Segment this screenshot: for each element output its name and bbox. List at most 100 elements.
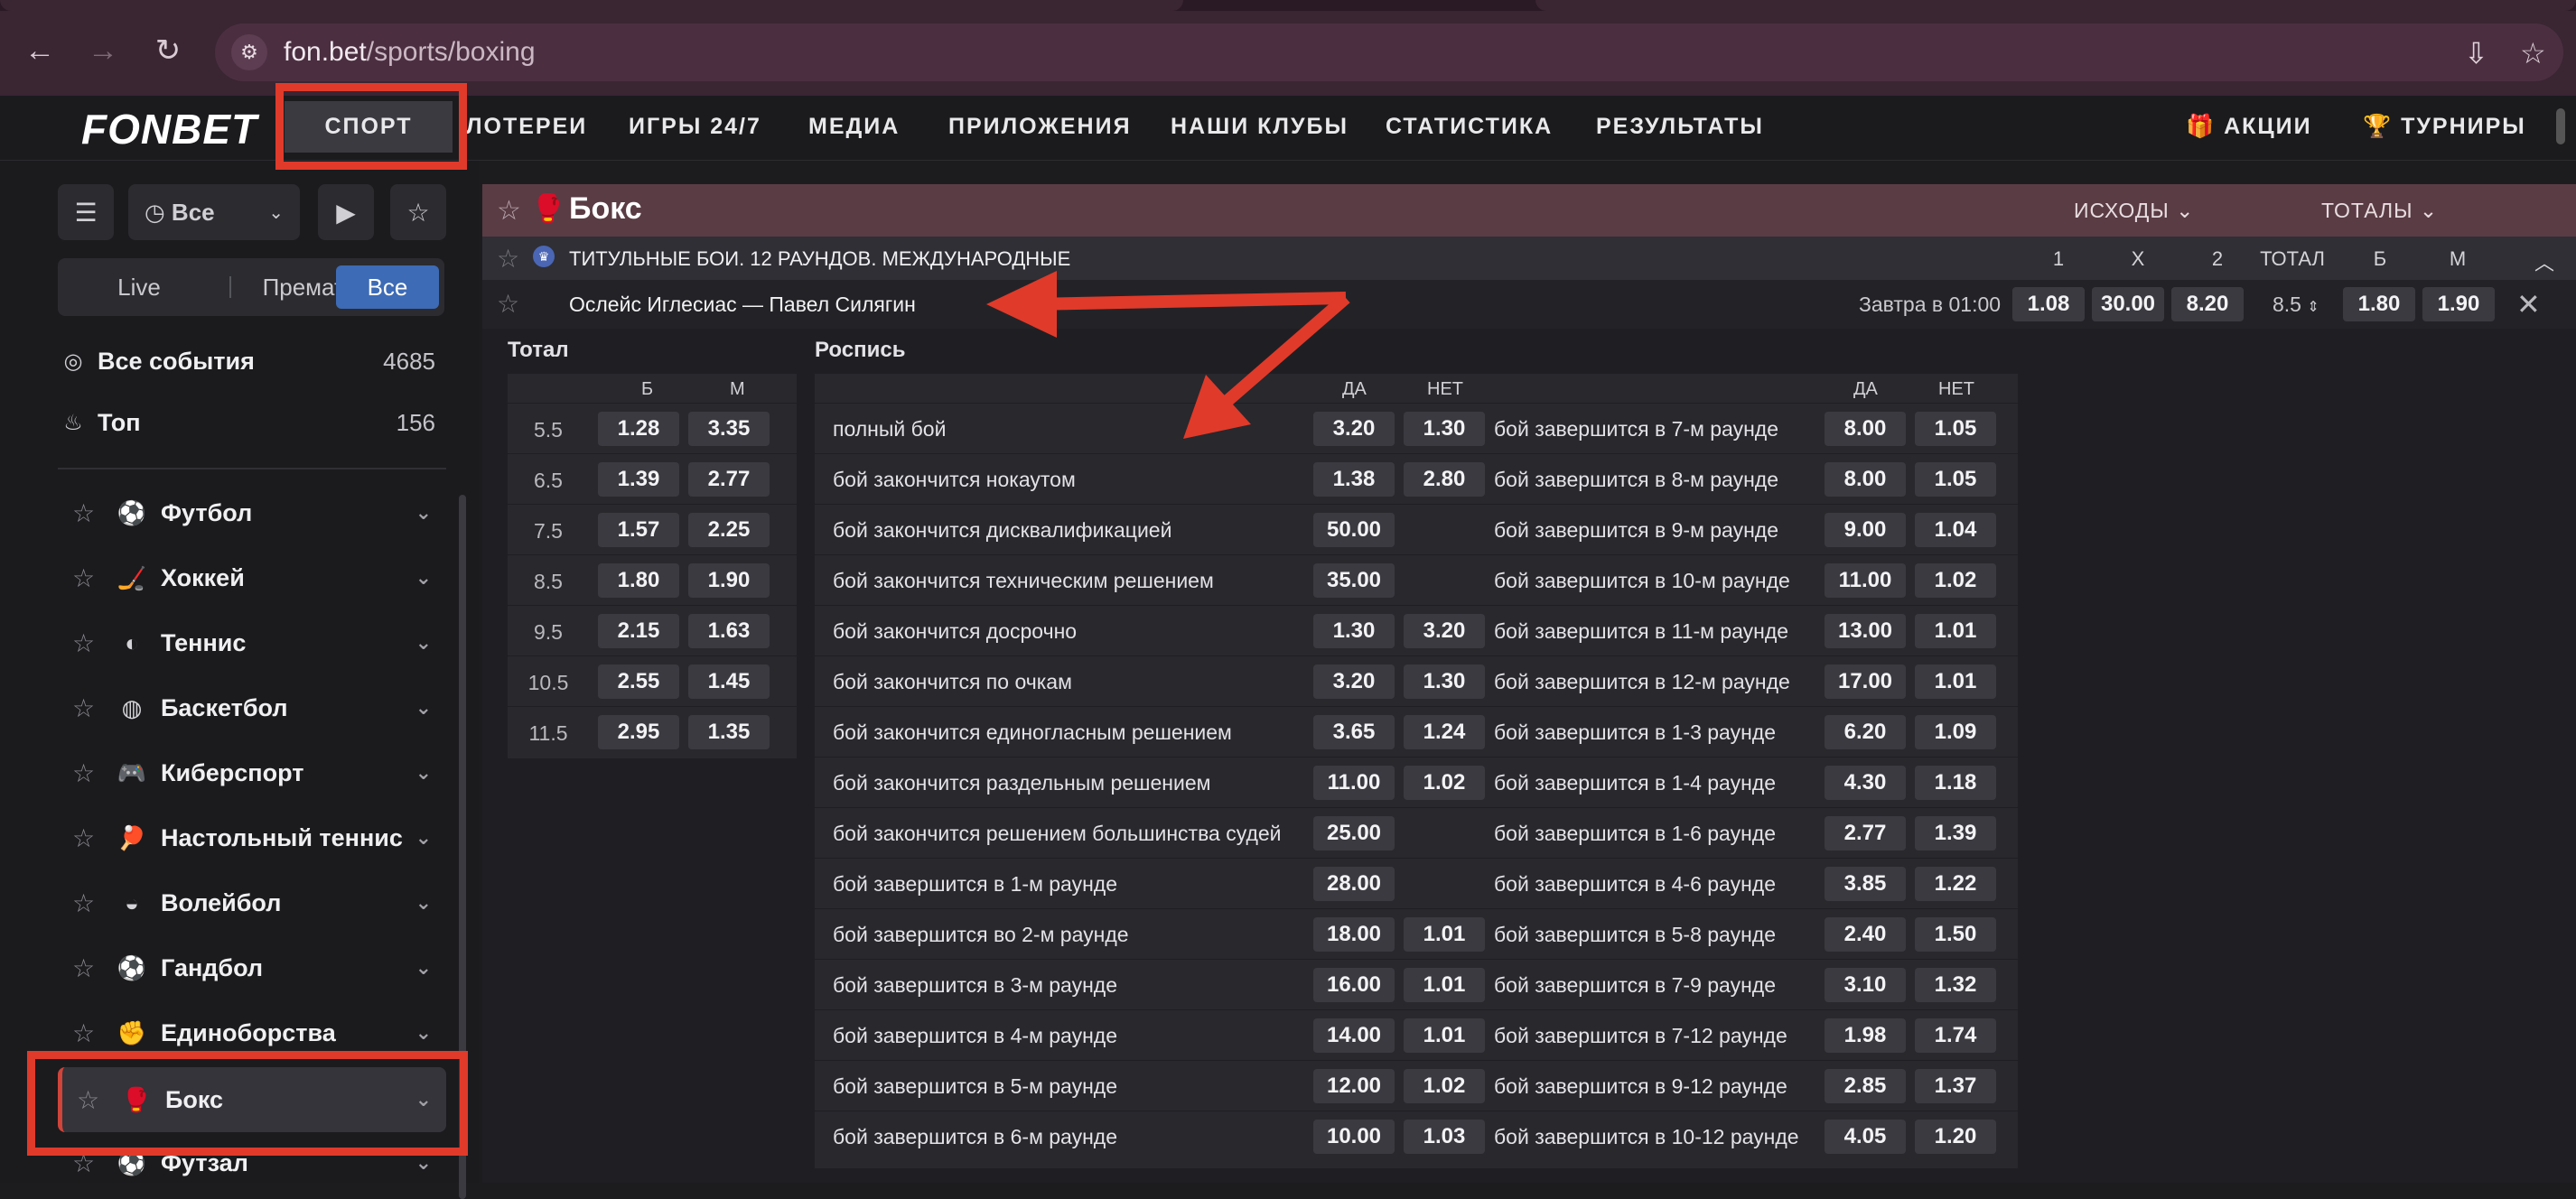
time-filter-select[interactable]: ◷ Все ⌄ [128,184,300,240]
odds-yes[interactable]: 1.98 [1825,1018,1906,1053]
address-bar[interactable]: ⚙ fon.bet/sports/boxing ⇩ ☆ [215,23,2563,81]
odds-no[interactable]: 1.01 [1915,665,1996,699]
odds-no[interactable]: 1.37 [1915,1069,1996,1103]
tournaments-link[interactable]: 🏆 ТУРНИРЫ [2363,114,2526,140]
odds-no[interactable]: 1.01 [1404,1018,1485,1053]
odds-no[interactable]: 1.05 [1915,412,1996,446]
odds-no[interactable]: 1.22 [1915,867,1996,901]
star-icon[interactable]: ☆ [72,758,101,788]
sidebar-item-tennis[interactable]: ☆ ◐ Теннис ⌄ [58,610,446,675]
odds-yes[interactable]: 25.00 [1313,816,1395,850]
install-icon[interactable]: ⇩ [2464,36,2488,70]
chevron-down-icon[interactable]: ⌄ [415,891,432,915]
star-icon[interactable]: ☆ [497,244,519,274]
odds-x[interactable]: 30.00 [2092,287,2164,321]
video-icon[interactable]: ▶ [318,184,374,240]
odds-yes[interactable]: 3.20 [1313,665,1395,699]
odds-over[interactable]: 1.80 [2343,287,2415,321]
sidebar-item-hockey[interactable]: ☆ 🏒 Хоккей ⌄ [58,545,446,610]
reload-icon[interactable]: ↻ [148,31,188,70]
star-icon[interactable]: ☆ [72,1018,101,1048]
sidebar-item-handball[interactable]: ☆ ⚽ Гандбол ⌄ [58,935,446,1000]
odds-no[interactable]: 1.01 [1404,968,1485,1002]
nav-lottery[interactable]: ЛОТЕРЕИ [466,114,587,140]
odds-no[interactable]: 1.18 [1915,766,1996,800]
nav-clubs[interactable]: НАШИ КЛУБЫ [1171,114,1349,140]
odds-under[interactable]: 1.63 [688,614,770,648]
odds-no[interactable]: 3.20 [1404,614,1485,648]
odds-over[interactable]: 2.55 [598,665,679,699]
tab[interactable] [0,0,1183,11]
star-icon[interactable]: ☆ [497,289,519,319]
odds-yes[interactable]: 3.65 [1313,715,1395,749]
odds-yes[interactable]: 35.00 [1313,563,1395,598]
chevron-down-icon[interactable]: ⌄ [415,696,432,720]
odds-under[interactable]: 2.25 [688,513,770,547]
sidebar-item-all-events[interactable]: ◎ Все события 4685 [58,334,446,388]
odds-over[interactable]: 1.80 [598,563,679,598]
back-icon[interactable]: ← [20,31,60,70]
promo-link[interactable]: 🎁 АКЦИИ [2186,114,2312,140]
logo[interactable]: FONBET [81,105,257,153]
odds-over[interactable]: 1.39 [598,462,679,497]
odds-no[interactable]: 1.20 [1915,1120,1996,1154]
segment-all[interactable]: Все [336,265,439,309]
odds-no[interactable]: 1.30 [1404,412,1485,446]
odds-yes[interactable]: 12.00 [1313,1069,1395,1103]
odds-yes[interactable]: 14.00 [1313,1018,1395,1053]
odds-no[interactable]: 1.74 [1915,1018,1996,1053]
outcomes-dropdown[interactable]: ИСХОДЫ ⌄ [2074,199,2194,223]
odds-yes[interactable]: 10.00 [1313,1120,1395,1154]
odds-no[interactable]: 1.03 [1404,1120,1485,1154]
star-icon[interactable]: ☆ [72,563,101,593]
nav-stats[interactable]: СТАТИСТИКА [1386,114,1553,140]
star-icon[interactable]: ☆ [497,195,521,227]
nav-apps[interactable]: ПРИЛОЖЕНИЯ [948,114,1132,140]
sidebar-item-volleyball[interactable]: ☆ ◒ Волейбол ⌄ [58,870,446,935]
odds-yes[interactable]: 3.10 [1825,968,1906,1002]
odds-no[interactable]: 1.09 [1915,715,1996,749]
odds-yes[interactable]: 4.30 [1825,766,1906,800]
odds-yes[interactable]: 13.00 [1825,614,1906,648]
odds-yes[interactable]: 9.00 [1825,513,1906,547]
odds-under[interactable]: 2.77 [688,462,770,497]
chevron-down-icon[interactable]: ⌄ [415,1021,432,1045]
odds-yes[interactable]: 2.85 [1825,1069,1906,1103]
odds-no[interactable]: 1.05 [1915,462,1996,497]
event-total[interactable]: 8.5 ⇕ [2273,293,2319,317]
odds-yes[interactable]: 50.00 [1313,513,1395,547]
nav-media[interactable]: МЕДИА [808,114,900,140]
event-name[interactable]: Ослейс Иглесиас — Павел Силягин [569,293,916,317]
odds-no[interactable]: 1.02 [1404,766,1485,800]
forward-icon[interactable]: → [83,31,123,70]
star-icon[interactable]: ☆ [72,498,101,528]
odds-yes[interactable]: 11.00 [1825,563,1906,598]
odds-no[interactable]: 1.02 [1404,1069,1485,1103]
sidebar-item-football[interactable]: ☆ ⚽ Футбол ⌄ [58,480,446,545]
chevron-up-icon[interactable]: ︿ [2531,247,2558,276]
odds-under[interactable]: 1.35 [688,715,770,749]
segment-live[interactable]: Live [65,265,213,309]
odds-1[interactable]: 1.08 [2012,287,2085,321]
sidebar-item-basketball[interactable]: ☆ ◍ Баскетбол ⌄ [58,675,446,740]
odds-under[interactable]: 3.35 [688,412,770,446]
odds-yes[interactable]: 8.00 [1825,412,1906,446]
league-row[interactable]: ☆ ♛ ТИТУЛЬНЫЕ БОИ. 12 РАУНДОВ. МЕЖДУНАРО… [482,237,2576,280]
odds-yes[interactable]: 18.00 [1313,917,1395,952]
odds-no[interactable]: 1.01 [1404,917,1485,952]
close-icon[interactable]: ✕ [2516,287,2541,321]
chevron-down-icon[interactable]: ⌄ [415,566,432,590]
site-info-icon[interactable]: ⚙ [231,34,267,70]
odds-over[interactable]: 2.95 [598,715,679,749]
star-icon[interactable]: ☆ [72,693,101,723]
tab[interactable] [1535,0,2576,11]
star-icon[interactable]: ☆ [72,953,101,983]
chevron-down-icon[interactable]: ⌄ [415,501,432,525]
odds-no[interactable]: 1.24 [1404,715,1485,749]
chevron-down-icon[interactable]: ⌄ [415,826,432,850]
sidebar-item-table-tennis[interactable]: ☆ 🏓 Настольный теннис ⌄ [58,805,446,870]
odds-over[interactable]: 1.28 [598,412,679,446]
sidebar-item-top[interactable]: ♨ Топ 156 [58,395,446,450]
chevron-down-icon[interactable]: ⌄ [415,761,432,785]
nav-results[interactable]: РЕЗУЛЬТАТЫ [1596,114,1764,140]
